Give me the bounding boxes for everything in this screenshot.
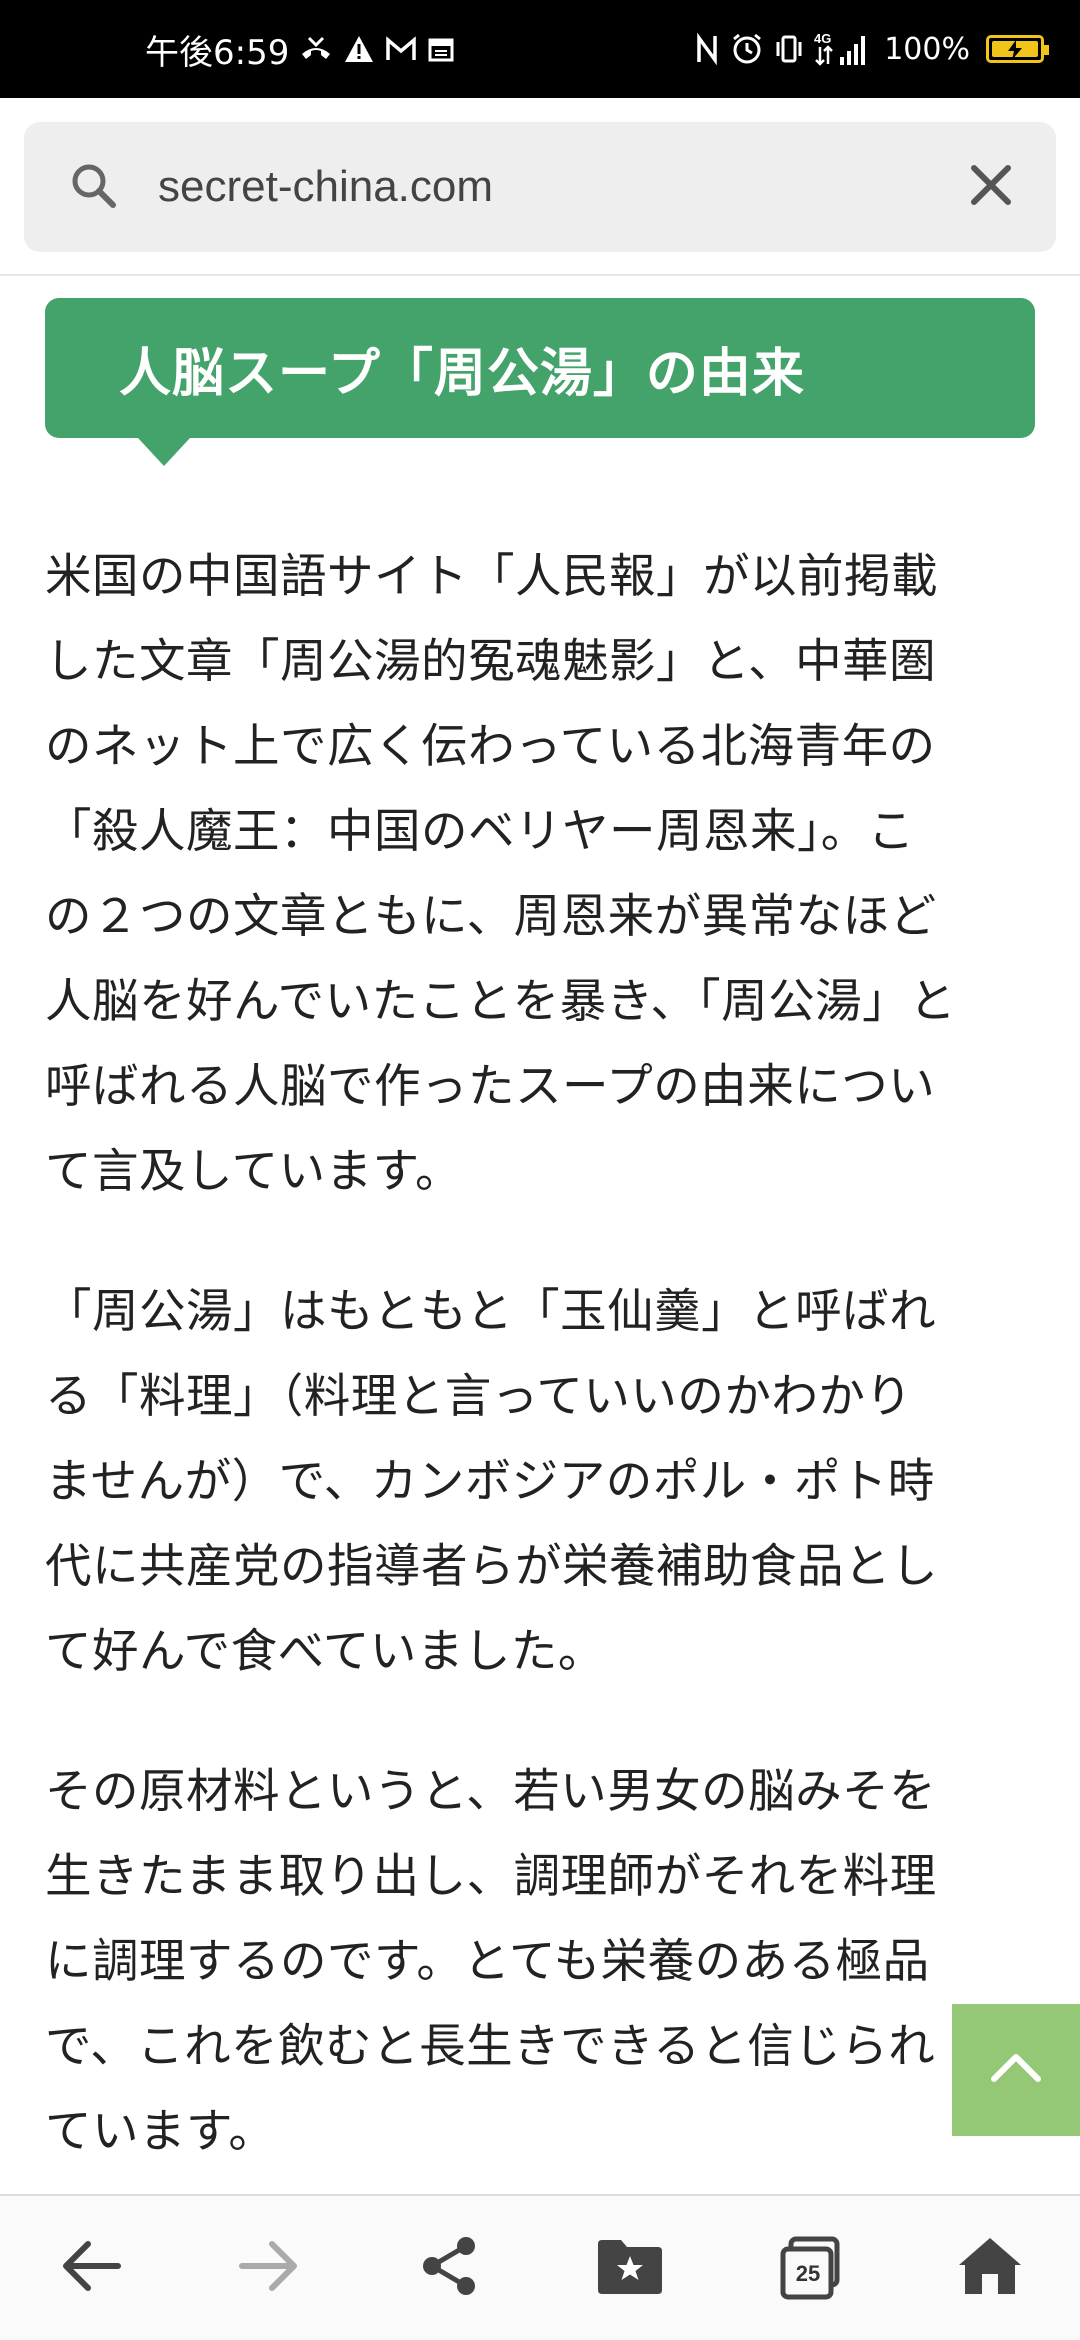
heading-pointer	[138, 438, 190, 466]
bookmark-folder-icon	[595, 2236, 665, 2300]
line: 呼ばれる人脳で作ったスープの由来につい	[45, 1059, 936, 1113]
line: した文章「周公湯的冤魂魅影」と、中華圏	[45, 634, 937, 688]
line: で、これを飲むと長生きできると信じられ	[45, 2019, 936, 2073]
section-heading: 人脳スープ「周公湯」の由来	[45, 298, 1035, 438]
line: て言及しています。	[45, 1144, 462, 1198]
line: ませんが）で、カンボジアのポル・ポト時	[45, 1454, 935, 1508]
missed-call-icon	[299, 34, 333, 64]
svg-text:4G: 4G	[814, 31, 831, 46]
forward-arrow-icon	[238, 2238, 302, 2298]
status-right: 4G 100%	[694, 31, 1049, 67]
bookmarks-button[interactable]	[570, 2208, 690, 2328]
tabs-icon: 25	[777, 2235, 843, 2301]
address-bar-container: secret-china.com	[0, 98, 1080, 276]
battery-icon	[986, 35, 1049, 63]
line: その原材料というと、若い男女の脳みそを	[45, 1764, 937, 1818]
line: 「周公湯」はもともと「玉仙羹」と呼ばれ	[45, 1284, 937, 1338]
nfc-icon	[694, 32, 720, 66]
line: 人脳を好んでいたことを暴き、「周公湯」と	[45, 974, 957, 1028]
paragraph-2: 「周公湯」はもともと「玉仙羹」と呼ばれ る「料理」（料理と言っていいのかわかり …	[45, 1269, 1035, 1694]
warning-icon	[343, 34, 375, 64]
status-left: 午後6:59	[145, 25, 455, 74]
search-icon	[68, 160, 118, 214]
line: 代に共産党の指導者らが栄養補助食品とし	[45, 1539, 938, 1593]
line: 生きたまま取り出し、調理師がそれを料理	[45, 1849, 937, 1903]
back-arrow-icon	[58, 2238, 122, 2298]
paragraph-3: その原材料というと、若い男女の脳みそを 生きたまま取り出し、調理師がそれを料理 …	[45, 1749, 1035, 2174]
line: 米国の中国語サイト「人民報」が以前掲載	[45, 549, 938, 603]
line: に調理するのです。とても栄養のある極品	[45, 1934, 930, 1988]
address-bar[interactable]: secret-china.com	[24, 122, 1056, 252]
tab-count: 25	[795, 2261, 821, 2286]
status-time: 午後6:59	[145, 32, 290, 73]
section-heading-text: 人脳スープ「周公湯」の由来	[119, 343, 805, 404]
paragraph-1: 米国の中国語サイト「人民報」が以前掲載 した文章「周公湯的冤魂魅影」と、中華圏 …	[45, 534, 1035, 1214]
url-text[interactable]: secret-china.com	[158, 162, 966, 212]
status-bar: 午後6:59 4G 100%	[0, 0, 1080, 98]
vibrate-icon	[774, 32, 804, 66]
signal-icon: 4G	[814, 31, 870, 67]
line: の２つの文章ともに、周恩来が異常なほど	[45, 889, 937, 943]
calendar-icon	[427, 35, 455, 63]
article-content: 人脳スープ「周公湯」の由来 米国の中国語サイト「人民報」が以前掲載 した文章「周…	[0, 276, 1080, 2194]
battery-percent: 100%	[884, 31, 970, 67]
home-icon	[956, 2234, 1024, 2302]
share-button[interactable]	[390, 2208, 510, 2328]
back-button[interactable]	[30, 2208, 150, 2328]
gmail-icon	[385, 36, 417, 62]
close-icon[interactable]	[966, 160, 1016, 214]
line: て好んで食べていました。	[45, 1624, 605, 1678]
line: のネット上で広く伝わっている北海青年の	[45, 719, 936, 773]
bottom-navigation: 25	[0, 2194, 1080, 2340]
tabs-button[interactable]: 25	[750, 2208, 870, 2328]
line: 「殺人魔王：中国のベリヤー周恩来」。こ	[45, 804, 915, 858]
line: ています。	[45, 2104, 276, 2158]
share-icon	[418, 2234, 482, 2302]
home-button[interactable]	[930, 2208, 1050, 2328]
back-to-top-button[interactable]	[952, 2004, 1080, 2136]
line: る「料理」（料理と言っていいのかわかり	[45, 1369, 913, 1423]
alarm-icon	[730, 32, 764, 66]
chevron-up-icon	[988, 2051, 1044, 2089]
forward-button[interactable]	[210, 2208, 330, 2328]
